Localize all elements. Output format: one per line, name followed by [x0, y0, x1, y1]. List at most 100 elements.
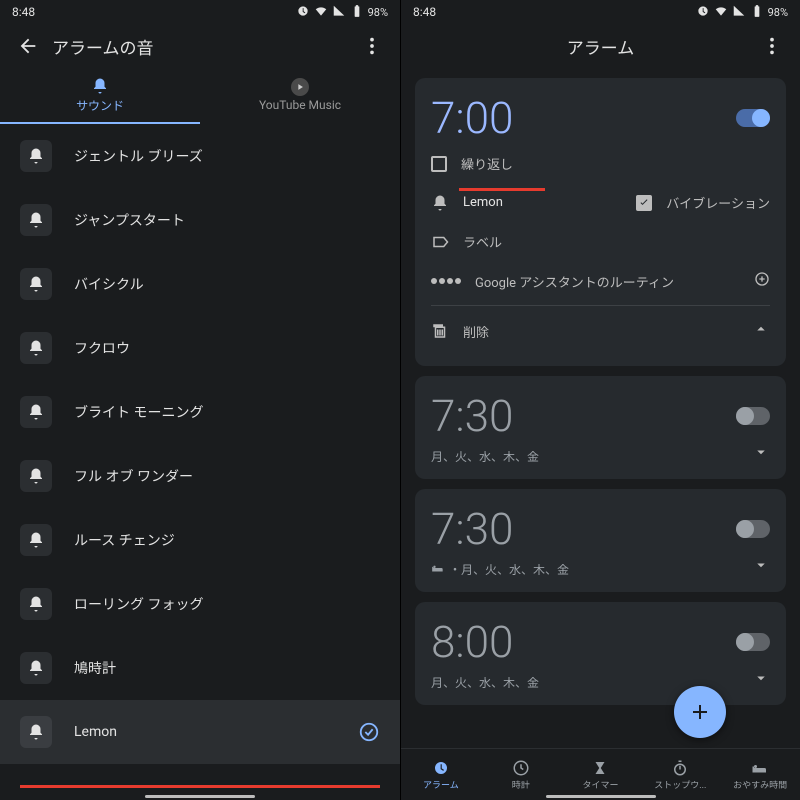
wifi-icon: [314, 4, 328, 21]
wifi-icon: [714, 4, 728, 21]
label-label: ラベル: [463, 232, 502, 251]
nav-clock[interactable]: 時計: [481, 749, 561, 800]
signal-icon: [332, 4, 346, 21]
sound-label: フル オブ ワンダー: [74, 466, 380, 486]
checkbox-checked-icon[interactable]: [636, 195, 652, 211]
alarm-days: 月、火、水、木、金: [431, 448, 770, 465]
alarm-list-screen: 8:48 98% アラーム 7:00 繰り返し Lemon バイブレーション: [400, 0, 800, 800]
nav-alarm[interactable]: アラーム: [401, 749, 481, 800]
sound-label: ルース チェンジ: [74, 530, 380, 550]
label-row[interactable]: ラベル: [431, 222, 770, 261]
overflow-menu-button[interactable]: [352, 26, 392, 66]
chevron-down-icon[interactable]: [752, 669, 770, 691]
bell-icon: [20, 268, 52, 300]
alarm-days: ・月、火、水、木、金: [431, 561, 770, 578]
nav-timer[interactable]: タイマー: [561, 749, 641, 800]
overflow-menu-button[interactable]: [752, 26, 792, 66]
sound-row[interactable]: 鳩時計: [0, 636, 400, 700]
divider: [431, 305, 770, 306]
assistant-row[interactable]: Google アシスタントのルーティン: [431, 261, 770, 301]
chevron-down-icon[interactable]: [752, 443, 770, 465]
assistant-label: Google アシスタントのルーティン: [475, 272, 740, 291]
bell-icon: [20, 716, 52, 748]
page-title: アラーム: [449, 34, 752, 59]
alarm-status-icon: [296, 4, 310, 21]
sound-row[interactable]: ジャンプスタート: [0, 188, 400, 252]
sound-row[interactable]: フル オブ ワンダー: [0, 444, 400, 508]
app-bar: アラームの音: [0, 24, 400, 68]
tab-sound[interactable]: サウンド: [0, 68, 200, 124]
sound-label: バイシクル: [74, 274, 380, 294]
add-icon[interactable]: [754, 271, 770, 291]
annotation-underline: [20, 785, 380, 788]
status-bar: 8:48 98%: [401, 0, 800, 24]
alarm-card-expanded[interactable]: 7:00 繰り返し Lemon バイブレーション ラベル Google アシスタ…: [415, 78, 786, 366]
sound-label: 鳩時計: [74, 658, 380, 678]
bell-icon: [20, 204, 52, 236]
bell-icon: [20, 332, 52, 364]
repeat-row[interactable]: 繰り返し: [431, 144, 770, 183]
checkbox-icon[interactable]: [431, 156, 447, 172]
alarm-sound-screen: 8:48 98% アラームの音 サウンド YouTube Music ジェントル…: [0, 0, 400, 800]
sound-row[interactable]: フクロウ: [0, 316, 400, 380]
chevron-down-icon[interactable]: [752, 556, 770, 578]
app-bar: アラーム: [401, 24, 800, 68]
delete-label: 削除: [463, 322, 738, 341]
page-title: アラームの音: [48, 34, 352, 59]
back-button[interactable]: [8, 26, 48, 66]
label-icon: [431, 233, 449, 251]
tab-youtube[interactable]: YouTube Music: [200, 68, 400, 124]
sound-label: ブライト モーニング: [74, 402, 380, 422]
bottom-nav: アラーム 時計 タイマー ストップウ... おやすみ時間: [401, 748, 800, 800]
battery-percent: 98%: [368, 6, 388, 19]
vibration-label: バイブレーション: [666, 193, 770, 212]
status-time: 8:48: [12, 5, 296, 19]
add-alarm-button[interactable]: [674, 686, 726, 738]
alarm-toggle[interactable]: [736, 109, 770, 127]
delete-row[interactable]: 削除: [431, 310, 770, 352]
repeat-label: 繰り返し: [461, 154, 513, 173]
sound-list[interactable]: ジェントル ブリーズ ジャンプスタート バイシクル フクロウ ブライト モーニン…: [0, 124, 400, 800]
battery-percent: 98%: [768, 6, 788, 19]
bell-icon: [20, 140, 52, 172]
bell-icon: [20, 588, 52, 620]
sound-label: ジェントル ブリーズ: [74, 146, 380, 166]
sound-label: ジャンプスタート: [74, 210, 380, 230]
status-time: 8:48: [413, 5, 696, 19]
gesture-bar: [546, 795, 656, 798]
gesture-bar: [145, 795, 255, 798]
sound-row[interactable]: ルース チェンジ: [0, 508, 400, 572]
tab-youtube-label: YouTube Music: [259, 98, 341, 112]
alarm-list[interactable]: 7:00 繰り返し Lemon バイブレーション ラベル Google アシスタ…: [401, 68, 800, 748]
alarm-toggle[interactable]: [736, 520, 770, 538]
annotation-underline: [459, 188, 545, 191]
sound-label: Lemon: [74, 724, 336, 740]
signal-icon: [732, 4, 746, 21]
bed-icon: [431, 561, 445, 578]
bell-icon: [20, 524, 52, 556]
sound-row[interactable]: バイシクル: [0, 252, 400, 316]
alarm-time[interactable]: 7:30: [431, 503, 513, 555]
alarm-card[interactable]: 7:30 月、火、水、木、金: [415, 376, 786, 479]
sound-row[interactable]: ジェントル ブリーズ: [0, 124, 400, 188]
sound-row-selected[interactable]: Lemon: [0, 700, 400, 764]
sound-row[interactable]: ブライト モーニング: [0, 380, 400, 444]
alarm-time[interactable]: 8:00: [431, 616, 513, 668]
alarm-time[interactable]: 7:30: [431, 390, 513, 442]
alarm-card[interactable]: 8:00 月、火、水、木、金: [415, 602, 786, 705]
sound-label: フクロウ: [74, 338, 380, 358]
chevron-up-icon[interactable]: [752, 320, 770, 342]
battery-icon: [750, 4, 764, 21]
alarm-toggle[interactable]: [736, 407, 770, 425]
bell-icon: [20, 396, 52, 428]
alarm-card[interactable]: 7:30 ・月、火、水、木、金: [415, 489, 786, 592]
bell-icon: [431, 194, 449, 212]
nav-bedtime[interactable]: おやすみ時間: [720, 749, 800, 800]
alarm-time[interactable]: 7:00: [431, 92, 513, 144]
check-icon: [358, 721, 380, 743]
alarm-toggle[interactable]: [736, 633, 770, 651]
nav-stopwatch[interactable]: ストップウ...: [640, 749, 720, 800]
sound-row[interactable]: ローリング フォッグ: [0, 572, 400, 636]
alarm-status-icon: [696, 4, 710, 21]
bell-icon: [20, 652, 52, 684]
